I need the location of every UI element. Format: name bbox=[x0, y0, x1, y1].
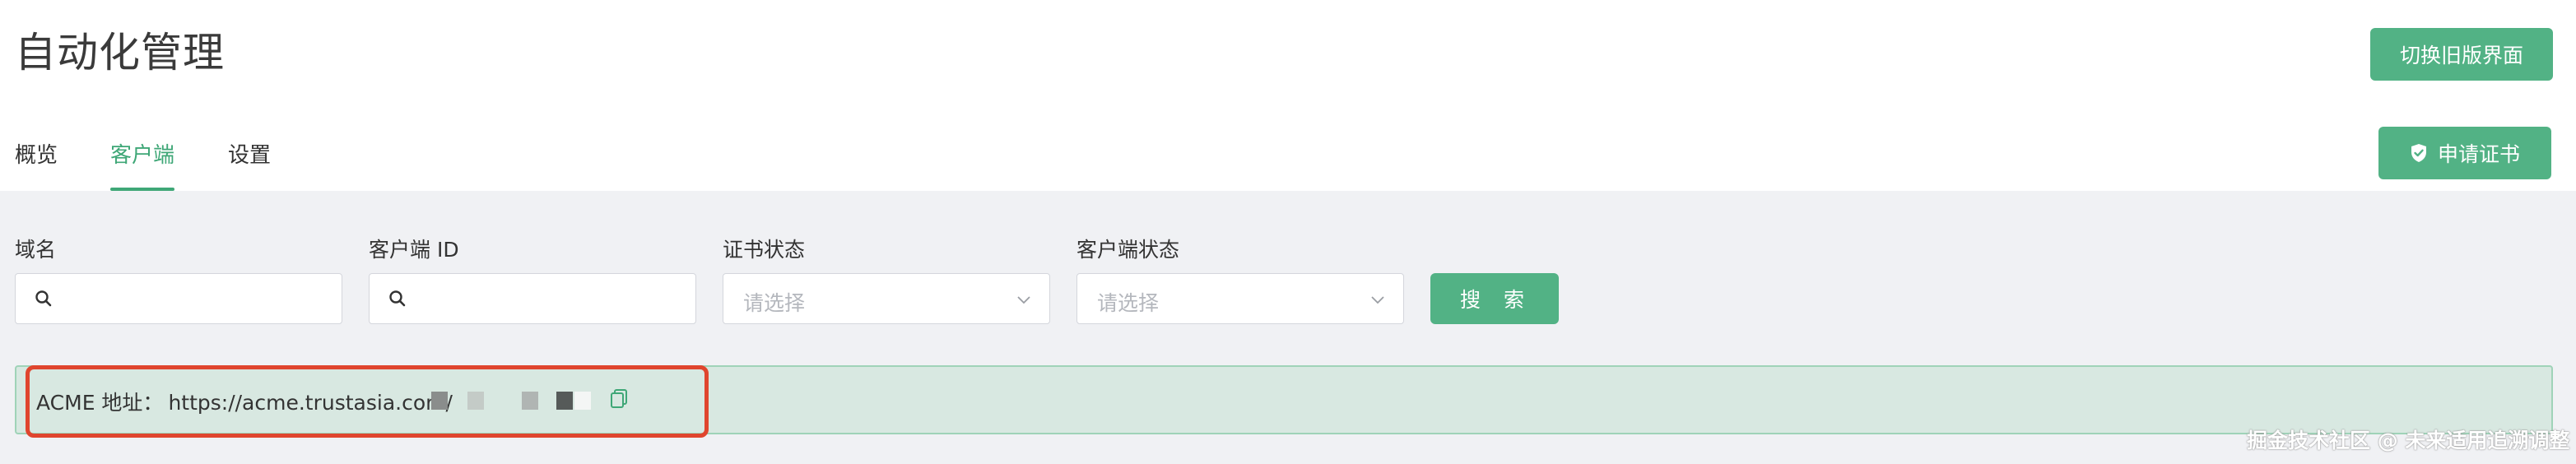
client-status-select[interactable]: 请选择 bbox=[1076, 273, 1404, 324]
client-id-label: 客户端 ID bbox=[369, 238, 459, 262]
tab-client[interactable]: 客户端 bbox=[110, 138, 174, 169]
highlight-annotation bbox=[26, 365, 709, 438]
page: 自动化管理 切换旧版界面 申请证书 概览 客户端 设置 域名 客户端 ID 证书… bbox=[0, 0, 2576, 464]
client-id-search-input[interactable] bbox=[369, 273, 696, 324]
tab-settings[interactable]: 设置 bbox=[228, 138, 271, 169]
chevron-down-icon bbox=[1371, 296, 1384, 304]
shield-check-icon bbox=[2411, 144, 2426, 162]
client-status-label: 客户端状态 bbox=[1076, 238, 1180, 262]
cert-status-label: 证书状态 bbox=[723, 238, 806, 262]
watermark-text: 掘金技术社区 @ 未来适用追溯调整 bbox=[2247, 429, 2570, 452]
chevron-down-icon bbox=[1017, 296, 1030, 304]
search-icon bbox=[389, 290, 406, 307]
header: 自动化管理 切换旧版界面 申请证书 概览 客户端 设置 bbox=[0, 0, 2576, 191]
tab-overview[interactable]: 概览 bbox=[15, 138, 58, 169]
apply-certificate-label: 申请证书 bbox=[2437, 142, 2520, 166]
search-button[interactable]: 搜 索 bbox=[1430, 273, 1559, 324]
search-icon bbox=[35, 290, 52, 307]
page-title: 自动化管理 bbox=[15, 29, 225, 77]
cert-status-select[interactable]: 请选择 bbox=[723, 273, 1050, 324]
apply-certificate-button[interactable]: 申请证书 bbox=[2378, 127, 2551, 179]
client-status-placeholder: 请选择 bbox=[1097, 291, 1160, 315]
domain-search-input[interactable] bbox=[15, 273, 342, 324]
switch-old-ui-button[interactable]: 切换旧版界面 bbox=[2370, 28, 2553, 81]
domain-label: 域名 bbox=[15, 238, 57, 262]
cert-status-placeholder: 请选择 bbox=[743, 291, 806, 315]
